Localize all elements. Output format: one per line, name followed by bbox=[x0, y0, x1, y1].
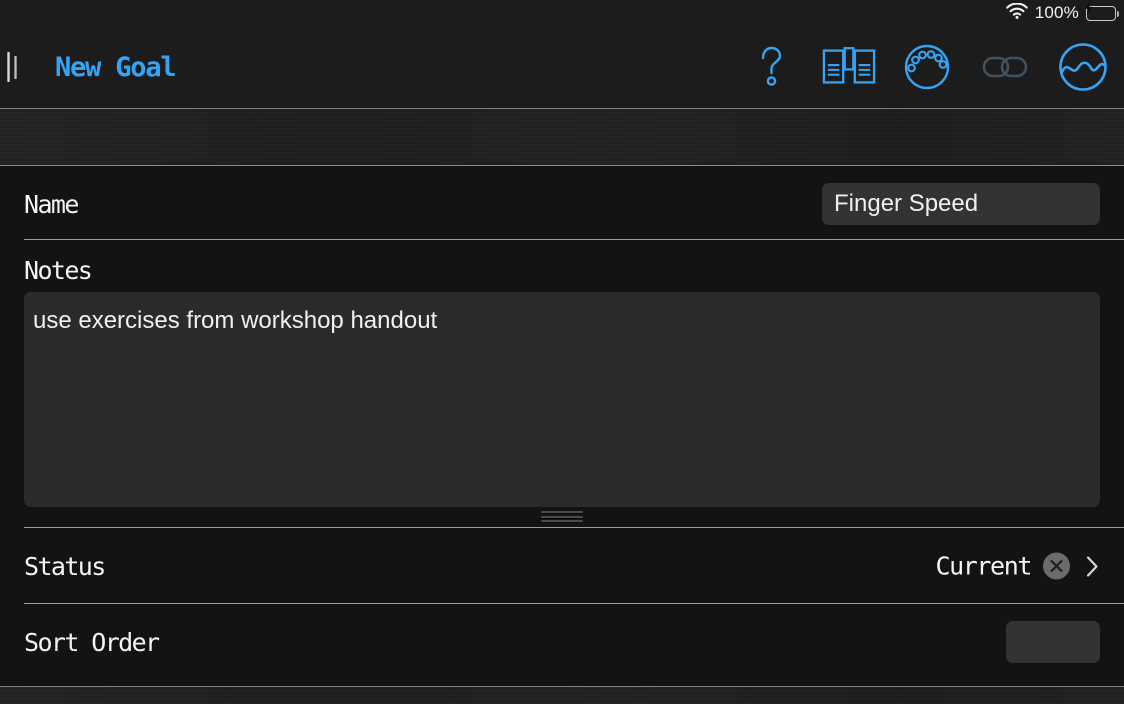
book-pages-icon[interactable] bbox=[822, 40, 876, 94]
name-label: Name bbox=[24, 189, 79, 219]
split-view-handle[interactable] bbox=[4, 52, 20, 82]
app-root: 100% New Goal Name Finger Speed Notes us… bbox=[0, 0, 1124, 704]
sort-order-label: Sort Order bbox=[24, 627, 160, 657]
notes-input-wrapper bbox=[24, 292, 1100, 507]
link-chain-icon[interactable] bbox=[978, 40, 1032, 94]
status-value-group: Current bbox=[935, 552, 1102, 581]
metronome-wave-icon[interactable] bbox=[1056, 40, 1110, 94]
goal-form: Name Notes Status Current bbox=[0, 168, 1124, 680]
tuner-icon[interactable] bbox=[900, 40, 954, 94]
battery-percent-label: 100% bbox=[1034, 3, 1079, 22]
clear-circle-x-icon[interactable] bbox=[1043, 552, 1070, 580]
status-bar-right: 100% bbox=[1005, 1, 1119, 24]
row-status[interactable]: Status Current bbox=[0, 528, 1124, 604]
chevron-right-icon[interactable] bbox=[1082, 552, 1102, 580]
notes-label: Notes bbox=[24, 256, 93, 285]
page-title: New Goal bbox=[55, 51, 177, 83]
nav-bar: New Goal bbox=[0, 26, 1124, 108]
sort-order-input[interactable] bbox=[1006, 621, 1100, 663]
resize-grabber[interactable] bbox=[541, 511, 583, 522]
status-value: Current bbox=[935, 551, 1032, 581]
battery-charging-icon bbox=[1084, 1, 1119, 21]
notes-textarea[interactable] bbox=[24, 292, 1100, 507]
row-name: Name bbox=[0, 168, 1124, 240]
nav-bar-icons bbox=[744, 40, 1110, 94]
name-input[interactable] bbox=[822, 183, 1100, 225]
row-sort-order: Sort Order bbox=[0, 604, 1124, 680]
status-bar: 100% bbox=[0, 0, 1124, 26]
row-notes: Notes bbox=[0, 240, 1124, 528]
status-label: Status bbox=[24, 551, 106, 581]
texture-band-top bbox=[0, 108, 1124, 166]
wifi-icon bbox=[1005, 2, 1028, 24]
help-question-icon[interactable] bbox=[744, 40, 798, 94]
texture-band-bottom bbox=[0, 686, 1124, 704]
